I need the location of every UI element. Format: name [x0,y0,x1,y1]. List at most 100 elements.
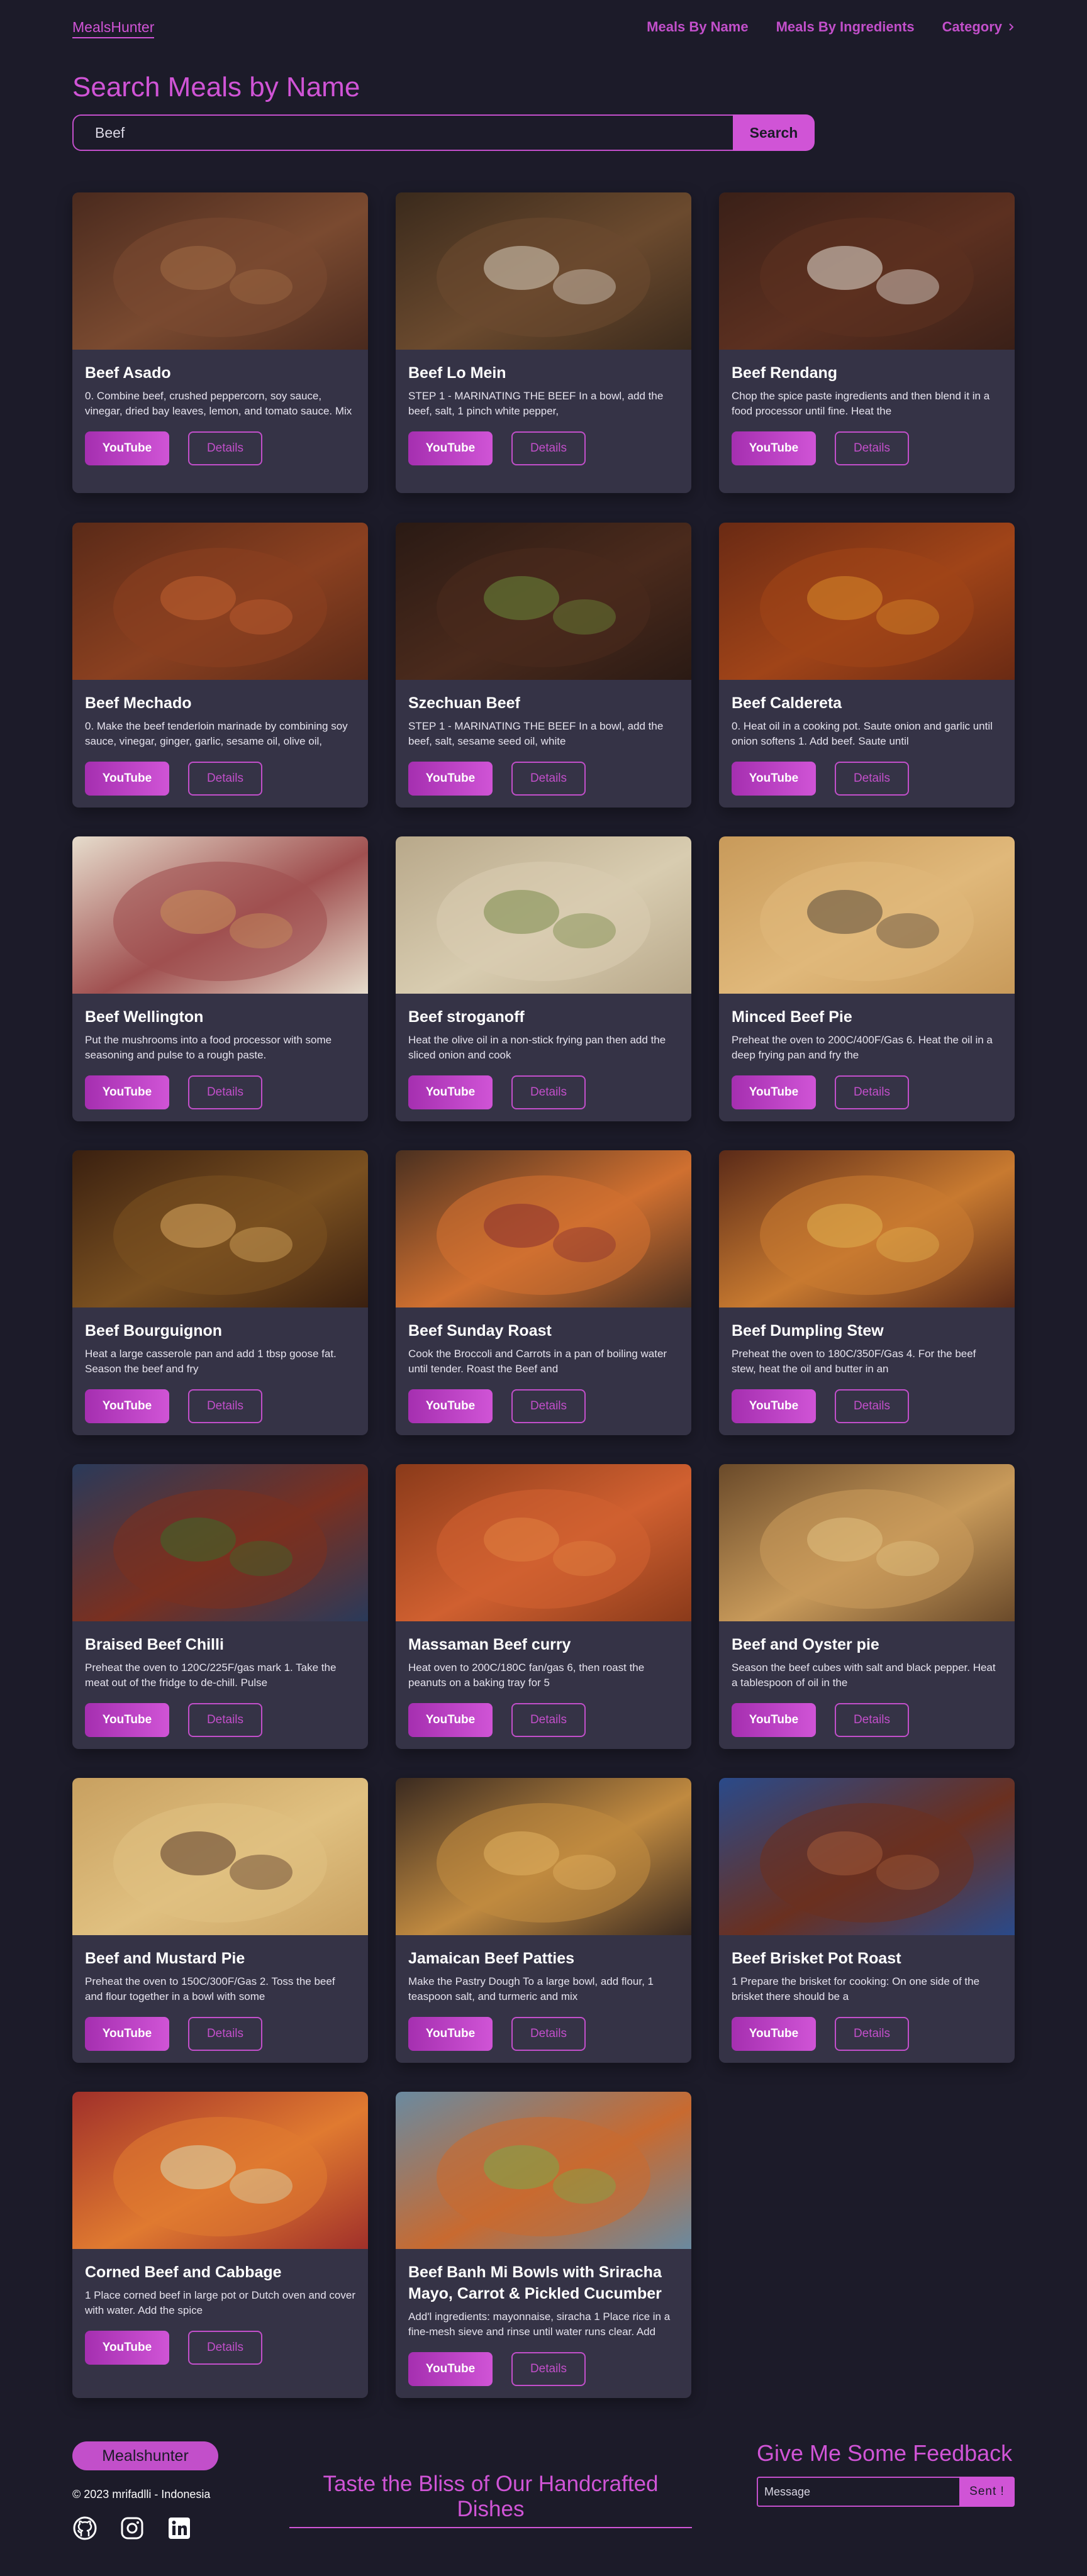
meal-title: Corned Beef and Cabbage [85,2263,282,2281]
footer-brand[interactable]: Mealshunter [72,2441,218,2470]
meal-thumbnail[interactable] [396,1778,691,1935]
meal-description: STEP 1 - MARINATING THE BEEF In a bowl, … [408,390,664,417]
meal-thumbnail[interactable] [396,836,691,994]
top-navbar: MealsHunter Meals By Name Meals By Ingre… [0,0,1087,55]
youtube-button[interactable]: YouTube [408,2017,493,2051]
meal-title: Beef and Oyster pie [732,1636,879,1653]
youtube-button[interactable]: YouTube [732,1703,816,1737]
youtube-button[interactable]: YouTube [408,1703,493,1737]
youtube-button[interactable]: YouTube [408,1389,493,1423]
linkedin-icon[interactable] [167,2516,192,2541]
nav-link-category[interactable]: Category [942,19,1015,35]
meal-thumbnail[interactable] [719,192,1015,350]
youtube-button[interactable]: YouTube [732,2017,816,2051]
youtube-button[interactable]: YouTube [408,431,493,465]
meal-card: Beef Brisket Pot Roast 1 Prepare the bris… [719,1778,1015,2063]
meal-thumbnail[interactable] [719,523,1015,680]
meal-card: Beef Lo Mein STEP 1 - MARINATING THE BEEF… [396,192,691,493]
meal-thumbnail[interactable] [396,192,691,350]
meal-title: Beef and Mustard Pie [85,1950,245,1967]
details-button[interactable]: Details [511,2017,586,2051]
details-button[interactable]: Details [835,1703,909,1737]
nav-link-meals-by-name[interactable]: Meals By Name [647,19,748,35]
details-button[interactable]: Details [511,1075,586,1109]
meal-card: Szechuan Beef STEP 1 - MARINATING THE BEE… [396,523,691,808]
meal-thumbnail[interactable] [719,1778,1015,1935]
youtube-button[interactable]: YouTube [408,2352,493,2386]
nav-link-label: Category [942,19,1002,35]
meal-card: Minced Beef Pie Preheat the oven to 200C/… [719,836,1015,1121]
meal-card: Corned Beef and Cabbage 1 Place corned be… [72,2092,368,2398]
card-body: Corned Beef and Cabbage 1 Place corned be… [72,2249,368,2379]
site-logo[interactable]: MealsHunter [72,19,155,38]
meal-thumbnail[interactable] [396,2092,691,2249]
chevron-right-icon [1009,23,1014,31]
meal-description: Put the mushrooms into a food processor … [85,1034,332,1061]
meal-card: Beef Asado 0. Combine beef, crushed peppe… [72,192,368,493]
search-button[interactable]: Search [733,114,815,151]
youtube-button[interactable]: YouTube [732,1389,816,1423]
meal-thumbnail[interactable] [719,836,1015,994]
details-button[interactable]: Details [835,1075,909,1109]
meal-thumbnail[interactable] [719,1464,1015,1621]
details-button[interactable]: Details [835,2017,909,2051]
details-button[interactable]: Details [188,2017,262,2051]
youtube-button[interactable]: YouTube [85,1703,169,1737]
meal-card: Beef Banh Mi Bowls with Sriracha Mayo, C… [396,2092,691,2398]
details-button[interactable]: Details [188,762,262,796]
details-button[interactable]: Details [188,1075,262,1109]
youtube-button[interactable]: YouTube [408,1075,493,1109]
details-button[interactable]: Details [511,431,586,465]
youtube-button[interactable]: YouTube [85,1075,169,1109]
youtube-button[interactable]: YouTube [408,762,493,796]
meal-thumbnail[interactable] [72,1778,368,1935]
card-actions: YouTube Details [408,2352,679,2386]
meal-thumbnail[interactable] [396,1150,691,1307]
meal-thumbnail[interactable] [72,1464,368,1621]
feedback-send-button[interactable]: Sent ! [959,2477,1015,2507]
meal-thumbnail[interactable] [719,1150,1015,1307]
card-actions: YouTube Details [408,1703,679,1737]
details-button[interactable]: Details [511,1389,586,1423]
nav-links: Meals By Name Meals By Ingredients Categ… [647,19,1015,35]
meal-title: Beef Caldereta [732,694,842,712]
meal-title: Szechuan Beef [408,694,520,712]
feedback-input[interactable] [757,2477,959,2507]
search-input[interactable] [72,114,733,151]
meal-title: Massaman Beef curry [408,1636,571,1653]
meal-title: Beef stroganoff [408,1008,525,1026]
youtube-button[interactable]: YouTube [85,2331,169,2365]
meal-thumbnail[interactable] [72,1150,368,1307]
details-button[interactable]: Details [835,431,909,465]
github-icon[interactable] [72,2516,98,2541]
meal-thumbnail[interactable] [396,523,691,680]
nav-link-meals-by-ingredients[interactable]: Meals By Ingredients [776,19,915,35]
meal-thumbnail[interactable] [72,192,368,350]
details-button[interactable]: Details [511,762,586,796]
details-button[interactable]: Details [835,762,909,796]
card-body: Beef Wellington Put the mushrooms into a … [72,994,368,1121]
meal-title: Braised Beef Chilli [85,1636,224,1653]
youtube-button[interactable]: YouTube [732,1075,816,1109]
meal-card: Beef Wellington Put the mushrooms into a … [72,836,368,1121]
youtube-button[interactable]: YouTube [85,431,169,465]
details-button[interactable]: Details [511,2352,586,2386]
meal-thumbnail[interactable] [72,2092,368,2249]
card-actions: YouTube Details [732,762,1002,796]
youtube-button[interactable]: YouTube [85,1389,169,1423]
youtube-button[interactable]: YouTube [732,431,816,465]
youtube-button[interactable]: YouTube [732,762,816,796]
meal-thumbnail[interactable] [72,523,368,680]
youtube-button[interactable]: YouTube [85,762,169,796]
details-button[interactable]: Details [511,1703,586,1737]
instagram-icon[interactable] [120,2516,145,2541]
card-body: Beef Asado 0. Combine beef, crushed peppe… [72,350,368,479]
youtube-button[interactable]: YouTube [85,2017,169,2051]
details-button[interactable]: Details [188,2331,262,2365]
details-button[interactable]: Details [188,1389,262,1423]
details-button[interactable]: Details [835,1389,909,1423]
details-button[interactable]: Details [188,431,262,465]
meal-thumbnail[interactable] [396,1464,691,1621]
meal-thumbnail[interactable] [72,836,368,994]
details-button[interactable]: Details [188,1703,262,1737]
